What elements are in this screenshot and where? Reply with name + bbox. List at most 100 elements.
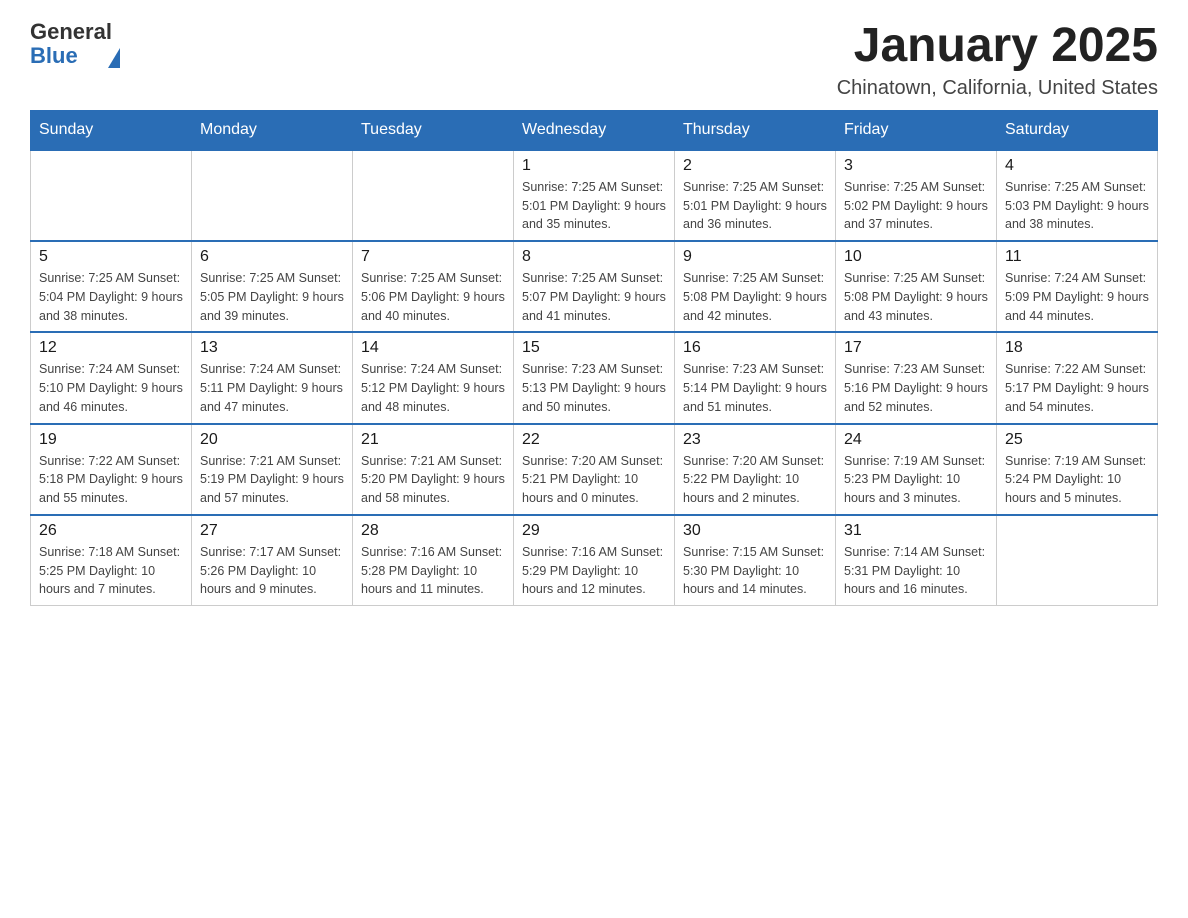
calendar-day-7: 7 Sunrise: 7:25 AM Sunset: 5:06 PM Daylig…: [353, 241, 514, 332]
calendar-day-19: 19 Sunrise: 7:22 AM Sunset: 5:18 PM Dayli…: [31, 424, 192, 515]
location-subtitle: Chinatown, California, United States: [837, 77, 1158, 100]
calendar-week-row: 1 Sunrise: 7:25 AM Sunset: 5:01 PM Daylig…: [31, 150, 1158, 241]
day-number: 19: [39, 431, 183, 449]
day-info: Sunrise: 7:20 AM Sunset: 5:21 PM Dayligh…: [522, 452, 666, 508]
day-info: Sunrise: 7:24 AM Sunset: 5:11 PM Dayligh…: [200, 360, 344, 416]
day-info: Sunrise: 7:22 AM Sunset: 5:18 PM Dayligh…: [39, 452, 183, 508]
day-info: Sunrise: 7:15 AM Sunset: 5:30 PM Dayligh…: [683, 543, 827, 599]
calendar-day-14: 14Sunrise: 7:24 AM Sunset: 5:12 PM Dayli…: [353, 332, 514, 423]
day-info: Sunrise: 7:23 AM Sunset: 5:14 PM Dayligh…: [683, 360, 827, 416]
day-info: Sunrise: 7:21 AM Sunset: 5:20 PM Dayligh…: [361, 452, 505, 508]
calendar-day-2: 2Sunrise: 7:25 AM Sunset: 5:01 PM Daylig…: [675, 150, 836, 241]
day-info: Sunrise: 7:14 AM Sunset: 5:31 PM Dayligh…: [844, 543, 988, 599]
day-number: 15: [522, 339, 666, 357]
day-number: 14: [361, 339, 505, 357]
calendar-day-10: 10 Sunrise: 7:25 AM Sunset: 5:08 PM Dayli…: [836, 241, 997, 332]
calendar-day-23: 23 Sunrise: 7:20 AM Sunset: 5:22 PM Dayli…: [675, 424, 836, 515]
calendar-day-20: 20Sunrise: 7:21 AM Sunset: 5:19 PM Dayli…: [192, 424, 353, 515]
calendar-day-21: 21 Sunrise: 7:21 AM Sunset: 5:20 PM Dayli…: [353, 424, 514, 515]
calendar-day-30: 30 Sunrise: 7:15 AM Sunset: 5:30 PM Dayli…: [675, 515, 836, 606]
calendar-day-26: 26 Sunrise: 7:18 AM Sunset: 5:25 PM Dayli…: [31, 515, 192, 606]
calendar-day-18: 18Sunrise: 7:22 AM Sunset: 5:17 PM Dayli…: [997, 332, 1158, 423]
day-info: Sunrise: 7:16 AM Sunset: 5:28 PM Dayligh…: [361, 543, 505, 599]
day-info: Sunrise: 7:25 AM Sunset: 5:05 PM Dayligh…: [200, 269, 344, 325]
calendar-empty-cell: [997, 515, 1158, 606]
day-number: 11: [1005, 248, 1149, 266]
calendar-day-15: 15 Sunrise: 7:23 AM Sunset: 5:13 PM Dayli…: [514, 332, 675, 423]
calendar-day-27: 27Sunrise: 7:17 AM Sunset: 5:26 PM Dayli…: [192, 515, 353, 606]
month-title: January 2025: [837, 20, 1158, 73]
calendar-header-thursday: Thursday: [675, 110, 836, 150]
day-number: 3: [844, 157, 988, 175]
logo-triangle-icon: [108, 48, 120, 68]
day-info: Sunrise: 7:19 AM Sunset: 5:24 PM Dayligh…: [1005, 452, 1149, 508]
calendar-day-6: 6 Sunrise: 7:25 AM Sunset: 5:05 PM Daylig…: [192, 241, 353, 332]
day-number: 21: [361, 431, 505, 449]
day-number: 26: [39, 522, 183, 540]
calendar-day-5: 5 Sunrise: 7:25 AM Sunset: 5:04 PM Daylig…: [31, 241, 192, 332]
calendar-header-friday: Friday: [836, 110, 997, 150]
calendar-header-saturday: Saturday: [997, 110, 1158, 150]
day-number: 29: [522, 522, 666, 540]
calendar-header-tuesday: Tuesday: [353, 110, 514, 150]
day-number: 30: [683, 522, 827, 540]
calendar-week-row: 12 Sunrise: 7:24 AM Sunset: 5:10 PM Dayli…: [31, 332, 1158, 423]
day-number: 12: [39, 339, 183, 357]
day-number: 6: [200, 248, 344, 266]
day-number: 17: [844, 339, 988, 357]
day-number: 13: [200, 339, 344, 357]
logo: General Blue: [30, 20, 120, 68]
calendar-day-31: 31Sunrise: 7:14 AM Sunset: 5:31 PM Dayli…: [836, 515, 997, 606]
day-number: 1: [522, 157, 666, 175]
day-info: Sunrise: 7:24 AM Sunset: 5:09 PM Dayligh…: [1005, 269, 1149, 325]
day-info: Sunrise: 7:25 AM Sunset: 5:04 PM Dayligh…: [39, 269, 183, 325]
day-info: Sunrise: 7:25 AM Sunset: 5:01 PM Dayligh…: [683, 178, 827, 234]
calendar-empty-cell: [192, 150, 353, 241]
day-number: 5: [39, 248, 183, 266]
calendar-header-sunday: Sunday: [31, 110, 192, 150]
day-info: Sunrise: 7:25 AM Sunset: 5:01 PM Dayligh…: [522, 178, 666, 234]
calendar-day-13: 13 Sunrise: 7:24 AM Sunset: 5:11 PM Dayli…: [192, 332, 353, 423]
calendar-day-12: 12 Sunrise: 7:24 AM Sunset: 5:10 PM Dayli…: [31, 332, 192, 423]
day-info: Sunrise: 7:25 AM Sunset: 5:08 PM Dayligh…: [683, 269, 827, 325]
calendar-day-4: 4 Sunrise: 7:25 AM Sunset: 5:03 PM Daylig…: [997, 150, 1158, 241]
day-number: 22: [522, 431, 666, 449]
day-number: 8: [522, 248, 666, 266]
day-info: Sunrise: 7:25 AM Sunset: 5:03 PM Dayligh…: [1005, 178, 1149, 234]
day-info: Sunrise: 7:25 AM Sunset: 5:02 PM Dayligh…: [844, 178, 988, 234]
day-info: Sunrise: 7:24 AM Sunset: 5:10 PM Dayligh…: [39, 360, 183, 416]
day-info: Sunrise: 7:17 AM Sunset: 5:26 PM Dayligh…: [200, 543, 344, 599]
calendar-week-row: 26 Sunrise: 7:18 AM Sunset: 5:25 PM Dayli…: [31, 515, 1158, 606]
calendar-week-row: 19 Sunrise: 7:22 AM Sunset: 5:18 PM Dayli…: [31, 424, 1158, 515]
calendar-week-row: 5 Sunrise: 7:25 AM Sunset: 5:04 PM Daylig…: [31, 241, 1158, 332]
calendar-header-monday: Monday: [192, 110, 353, 150]
day-info: Sunrise: 7:20 AM Sunset: 5:22 PM Dayligh…: [683, 452, 827, 508]
logo-blue: Blue: [30, 44, 112, 68]
day-info: Sunrise: 7:25 AM Sunset: 5:06 PM Dayligh…: [361, 269, 505, 325]
day-info: Sunrise: 7:23 AM Sunset: 5:13 PM Dayligh…: [522, 360, 666, 416]
calendar-day-11: 11 Sunrise: 7:24 AM Sunset: 5:09 PM Dayli…: [997, 241, 1158, 332]
calendar-table: SundayMondayTuesdayWednesdayThursdayFrid…: [30, 110, 1158, 606]
day-info: Sunrise: 7:19 AM Sunset: 5:23 PM Dayligh…: [844, 452, 988, 508]
day-number: 9: [683, 248, 827, 266]
calendar-day-3: 3 Sunrise: 7:25 AM Sunset: 5:02 PM Daylig…: [836, 150, 997, 241]
day-number: 7: [361, 248, 505, 266]
calendar-empty-cell: [31, 150, 192, 241]
logo-general: General: [30, 20, 112, 44]
page-header: General Blue January 2025 Chinatown, Cal…: [30, 20, 1158, 100]
day-info: Sunrise: 7:18 AM Sunset: 5:25 PM Dayligh…: [39, 543, 183, 599]
day-info: Sunrise: 7:25 AM Sunset: 5:07 PM Dayligh…: [522, 269, 666, 325]
title-section: January 2025 Chinatown, California, Unit…: [837, 20, 1158, 100]
day-info: Sunrise: 7:16 AM Sunset: 5:29 PM Dayligh…: [522, 543, 666, 599]
calendar-day-1: 1 Sunrise: 7:25 AM Sunset: 5:01 PM Daylig…: [514, 150, 675, 241]
calendar-day-8: 8 Sunrise: 7:25 AM Sunset: 5:07 PM Daylig…: [514, 241, 675, 332]
day-info: Sunrise: 7:25 AM Sunset: 5:08 PM Dayligh…: [844, 269, 988, 325]
day-number: 25: [1005, 431, 1149, 449]
calendar-day-29: 29 Sunrise: 7:16 AM Sunset: 5:29 PM Dayli…: [514, 515, 675, 606]
day-number: 4: [1005, 157, 1149, 175]
day-number: 23: [683, 431, 827, 449]
day-number: 24: [844, 431, 988, 449]
day-number: 10: [844, 248, 988, 266]
calendar-header-row: SundayMondayTuesdayWednesdayThursdayFrid…: [31, 110, 1158, 150]
calendar-day-16: 16Sunrise: 7:23 AM Sunset: 5:14 PM Dayli…: [675, 332, 836, 423]
